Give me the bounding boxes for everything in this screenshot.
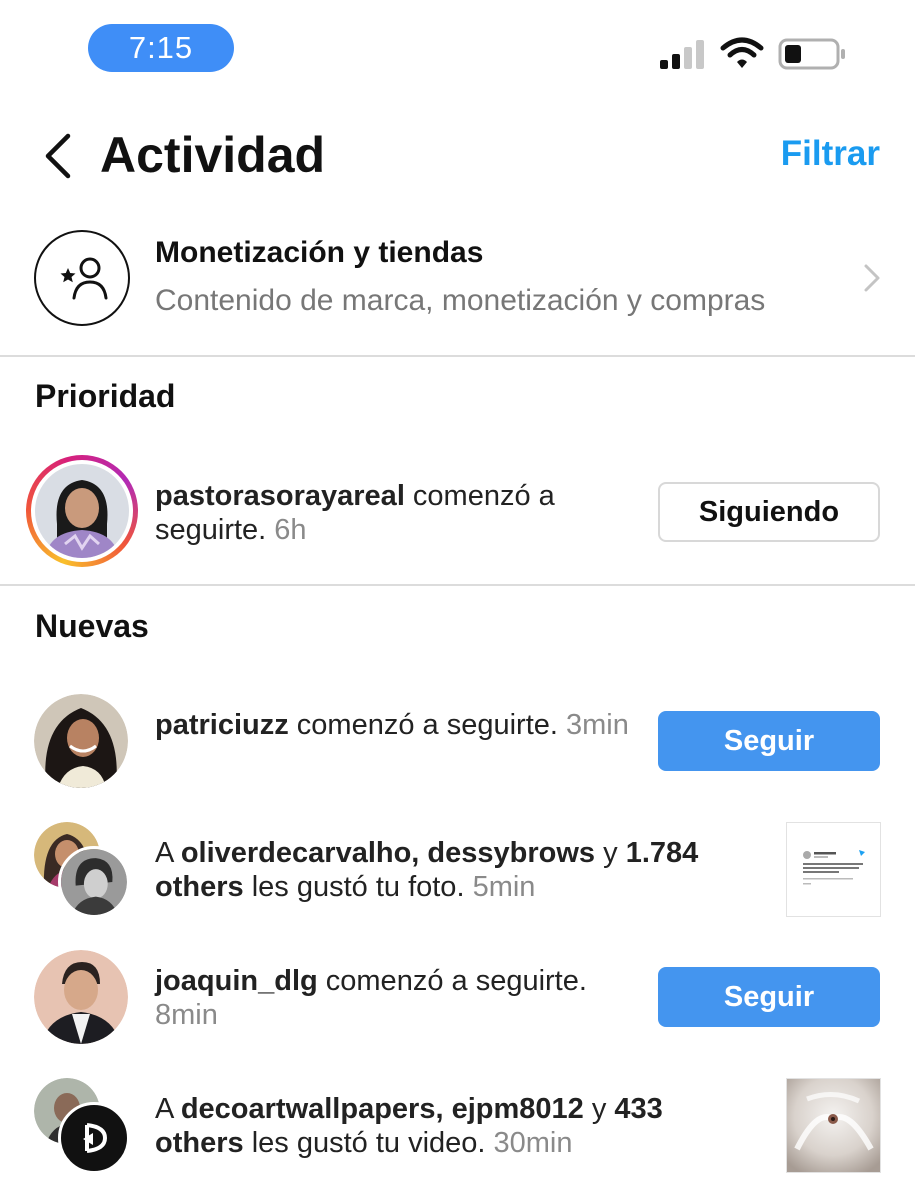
d-logo-icon xyxy=(83,1123,108,1153)
avatar-story-ring[interactable] xyxy=(26,455,138,567)
monetization-subtitle: Contenido de marca, monetización y compr… xyxy=(155,284,766,317)
username-link[interactable]: joaquin_dlg xyxy=(155,965,318,997)
follow-button[interactable]: Seguir xyxy=(658,967,880,1027)
header: Actividad Filtrar xyxy=(0,110,915,200)
list-item: A decoartwallpapers, ejpm8012 y 433 othe… xyxy=(0,1078,915,1178)
chevron-left-icon[interactable] xyxy=(38,132,78,180)
section-title-priority: Prioridad xyxy=(35,378,176,414)
cellular-signal-icon xyxy=(660,40,704,69)
notification-text: A decoartwallpapers, ejpm8012 y 433 othe… xyxy=(155,1092,755,1160)
section-title-new: Nuevas xyxy=(35,608,149,644)
post-thumbnail[interactable] xyxy=(786,822,881,917)
notification-message: comenzó a seguirte. xyxy=(288,709,567,741)
divider xyxy=(0,355,915,357)
list-item: joaquin_dlg comenzó a seguirte. 8min Seg… xyxy=(0,950,915,1050)
wifi-icon xyxy=(720,37,764,68)
notification-conjunction: y xyxy=(583,1093,615,1125)
chevron-right-icon xyxy=(864,264,880,292)
list-item: pastorasorayareal comenzó a seguirte. 6h… xyxy=(0,455,915,570)
username-link[interactable]: patriciuzz xyxy=(155,709,289,741)
list-item: patriciuzz comenzó a seguirte. 3min Segu… xyxy=(0,694,915,794)
avatar[interactable] xyxy=(34,950,128,1044)
notification-time: 6h xyxy=(274,514,307,546)
notification-text: patriciuzz comenzó a seguirte. 3min xyxy=(155,708,645,742)
avatar xyxy=(35,464,129,558)
notification-text: joaquin_dlg comenzó a seguirte. 8min xyxy=(155,964,645,1032)
divider xyxy=(0,584,915,586)
tweet-screenshot-image xyxy=(803,850,865,885)
notification-time: 5min xyxy=(472,871,536,903)
avatar[interactable] xyxy=(34,694,128,788)
notification-prefix: A xyxy=(155,1093,181,1125)
notification-message: comenzó a seguirte. xyxy=(317,965,587,997)
notification-message: les gustó tu video. xyxy=(243,1127,494,1159)
monetization-row[interactable]: Monetización y tiendas Contenido de marc… xyxy=(0,214,915,356)
avatar[interactable] xyxy=(58,1102,130,1174)
list-item: A oliverdecarvalho, dessybrows y 1.784 o… xyxy=(0,822,915,922)
notification-text: pastorasorayareal comenzó a seguirte. 6h xyxy=(155,479,645,547)
follow-button[interactable]: Seguir xyxy=(658,711,880,771)
filter-button[interactable]: Filtrar xyxy=(781,134,880,174)
page-title: Actividad xyxy=(100,127,326,183)
status-time: 7:15 xyxy=(88,24,234,72)
notification-prefix: A xyxy=(155,837,181,869)
wallpaper-image xyxy=(787,1079,880,1172)
username-link[interactable]: oliverdecarvalho, dessybrows xyxy=(181,837,595,869)
notification-message: les gustó tu foto. xyxy=(243,871,473,903)
username-link[interactable]: pastorasorayareal xyxy=(155,480,405,512)
monetization-title: Monetización y tiendas xyxy=(155,236,484,269)
video-thumbnail[interactable] xyxy=(786,1078,881,1173)
status-bar: 7:15 xyxy=(0,0,915,96)
notification-text: A oliverdecarvalho, dessybrows y 1.784 o… xyxy=(155,836,755,904)
star-person-icon xyxy=(34,230,130,326)
notification-time: 3min xyxy=(566,709,629,741)
notification-time: 8min xyxy=(155,999,218,1031)
avatar[interactable] xyxy=(58,846,130,918)
username-link[interactable]: decoartwallpapers, ejpm8012 xyxy=(181,1093,584,1125)
battery-icon xyxy=(778,38,845,70)
notification-time: 30min xyxy=(493,1127,573,1159)
following-button[interactable]: Siguiendo xyxy=(658,482,880,542)
notification-conjunction: y xyxy=(595,837,626,869)
